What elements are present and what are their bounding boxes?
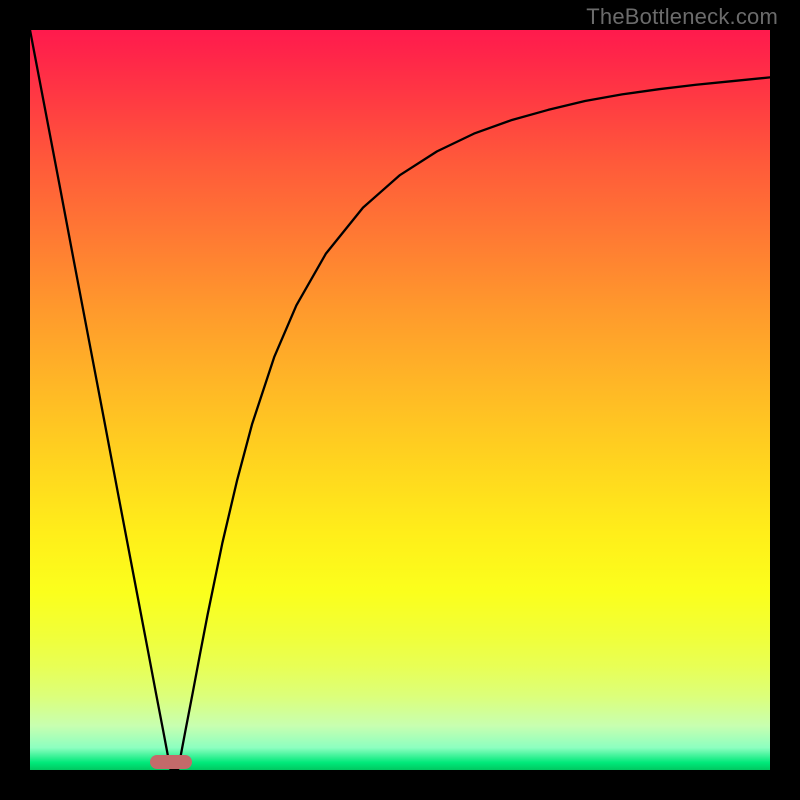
- chart-frame: TheBottleneck.com: [0, 0, 800, 800]
- plot-area: [30, 30, 770, 770]
- minimum-marker: [150, 755, 192, 769]
- watermark-text: TheBottleneck.com: [586, 4, 778, 30]
- bottleneck-curve: [30, 30, 770, 770]
